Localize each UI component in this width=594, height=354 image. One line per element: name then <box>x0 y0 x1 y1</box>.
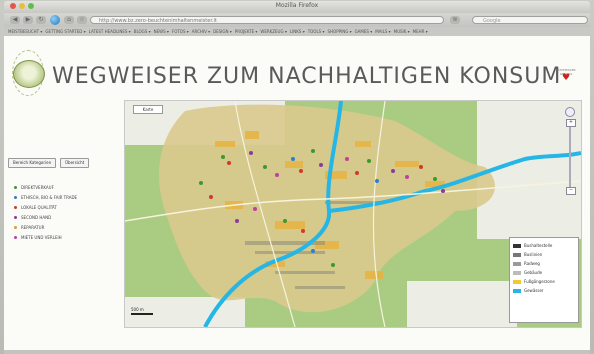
category-dot-icon <box>14 215 17 219</box>
legend-swatch-icon <box>513 252 521 257</box>
category-dot-icon <box>14 185 17 189</box>
bookmark-item[interactable]: BLOGS ▾ <box>134 27 151 36</box>
category-dot-icon <box>14 195 17 199</box>
url-bar[interactable]: http://www.bz.zero-beuchtenimhaltenmeist… <box>90 16 444 24</box>
bookmark-item[interactable]: TOOLS ▾ <box>308 27 325 36</box>
map-legend-label: Radweg <box>524 261 540 266</box>
window-title: Mozilla Firefox <box>275 2 319 9</box>
legend-swatch-icon <box>513 243 521 248</box>
map-legend: Bushaltestelle Buslinien Radweg Gebäude Fußg… <box>509 237 579 323</box>
zoom-in-button[interactable]: + <box>566 119 576 127</box>
firefox-globe-icon <box>50 15 60 25</box>
bookmark-star-icon[interactable]: ☆ <box>77 16 87 24</box>
back-button[interactable]: ◀ <box>10 16 20 24</box>
zoom-control: + − <box>565 107 576 195</box>
category-label: LOKALE QUALITÄT <box>21 204 57 210</box>
bookmark-item[interactable]: FOTOS ▾ <box>172 27 189 36</box>
bookmark-item[interactable]: NEWS ▾ <box>154 27 169 36</box>
category-item[interactable]: REPARATUR <box>14 222 77 232</box>
map-legend-label: Gebäude <box>524 270 543 275</box>
bookmark-item[interactable]: PROJEKTE ▾ <box>235 27 258 36</box>
category-label: MIETE UND VERLEIH <box>21 234 62 240</box>
zoom-out-button[interactable]: − <box>566 187 576 195</box>
bookmark-item[interactable]: LINKS ▾ <box>290 27 305 36</box>
bookmark-item[interactable]: MAILS ▾ <box>375 27 390 36</box>
category-label: ETHISCH, BIO & FAIR TRADE <box>21 194 78 200</box>
category-label: REPARATUR <box>21 224 45 230</box>
web-page: WEGWEISER ZUM NACHHALTIGEN KONSUM SÜDTIR… <box>4 36 590 350</box>
category-label: SECOND HAND <box>21 214 52 220</box>
map-scale: 500 m <box>131 307 153 315</box>
legend-swatch-icon <box>513 279 521 284</box>
title-bar: Mozilla Firefox <box>4 1 590 13</box>
bookmarks-toolbar: MEISTBESUCHT ▾ GETTING STARTED ▾ LATEST HE… <box>4 27 590 36</box>
navigation-toolbar: ◀ ▶ ↻ ⌂ ☆ http://www.bz.zero-beuchtenimh… <box>4 13 590 27</box>
bookmark-item[interactable]: GAMES ▾ <box>355 27 373 36</box>
category-item[interactable]: MIETE UND VERLEIH <box>14 232 77 242</box>
bookmark-item[interactable]: DESIGN ▾ <box>213 27 232 36</box>
bookmark-item[interactable]: SHOPPING ▾ <box>328 27 352 36</box>
logo-badge-icon <box>13 60 45 88</box>
map-legend-label: Buslinien <box>524 252 543 257</box>
bookmark-item[interactable]: MEHR ▾ <box>413 27 428 36</box>
category-item[interactable]: SECOND HAND <box>14 212 77 222</box>
category-dot-icon <box>14 205 17 209</box>
category-dot-icon <box>14 235 17 239</box>
search-input[interactable]: Google <box>472 16 588 24</box>
map-view[interactable]: Karte + − Bushaltestelle Buslinien Radweg G… <box>124 100 582 328</box>
browser-window: Mozilla Firefox ◀ ▶ ↻ ⌂ ☆ http://www.bz.… <box>0 0 594 354</box>
heart-icon: ♥ <box>562 73 571 83</box>
categories-button[interactable]: Bereich Kategorien <box>8 158 57 168</box>
rss-icon[interactable]: ≋ <box>450 16 460 24</box>
map-legend-item: Buslinien <box>513 250 575 259</box>
page-title: WEGWEISER ZUM NACHHALTIGEN KONSUM <box>52 64 562 89</box>
bookmark-item[interactable]: MUSIK ▾ <box>394 27 410 36</box>
zoom-slider[interactable] <box>569 121 571 189</box>
home-button[interactable]: ⌂ <box>64 16 74 24</box>
bookmark-item[interactable]: WERKZEUG ▾ <box>260 27 286 36</box>
category-list: DIREKTVERKAUF ETHISCH, BIO & FAIR TRADE LO… <box>14 182 77 242</box>
category-dot-icon <box>14 225 17 229</box>
category-item[interactable]: ETHISCH, BIO & FAIR TRADE <box>14 192 77 202</box>
legend-swatch-icon <box>513 288 521 293</box>
category-item[interactable]: LOKALE QUALITÄT <box>14 202 77 212</box>
map-legend-item: Fußgängerzone <box>513 277 575 286</box>
map-legend-label: Bushaltestelle <box>524 243 553 248</box>
map-legend-item: Radweg <box>513 259 575 268</box>
bookmark-item[interactable]: GETTING STARTED ▾ <box>45 27 85 36</box>
category-item[interactable]: DIREKTVERKAUF <box>14 182 77 192</box>
map-legend-label: Fußgängerzone <box>524 279 555 284</box>
legend-swatch-icon <box>513 261 521 266</box>
pan-control-icon[interactable] <box>565 107 575 117</box>
map-legend-item: Gewässer <box>513 286 575 295</box>
map-legend-label: Gewässer <box>524 288 544 293</box>
overview-button[interactable]: Übersicht <box>60 158 90 168</box>
partner-logo[interactable]: SÜDTIROLER GENUSS ♥ <box>552 68 580 88</box>
map-type-control[interactable]: Karte <box>133 105 163 114</box>
bookmark-item[interactable]: LATEST HEADLINES ▾ <box>89 27 131 36</box>
category-label: DIREKTVERKAUF <box>21 184 54 190</box>
status-bar <box>4 350 590 354</box>
reload-button[interactable]: ↻ <box>36 16 46 24</box>
sidebar-buttons: Bereich Kategorien Übersicht <box>8 158 90 168</box>
map-scale-label: 500 m <box>131 307 144 312</box>
legend-swatch-icon <box>513 270 521 275</box>
bookmark-item[interactable]: MEISTBESUCHT ▾ <box>8 27 42 36</box>
forward-button[interactable]: ▶ <box>23 16 33 24</box>
map-legend-item: Gebäude <box>513 268 575 277</box>
bookmark-item[interactable]: ARCHIV ▾ <box>192 27 210 36</box>
site-logo[interactable] <box>12 50 45 96</box>
map-legend-item: Bushaltestelle <box>513 241 575 250</box>
